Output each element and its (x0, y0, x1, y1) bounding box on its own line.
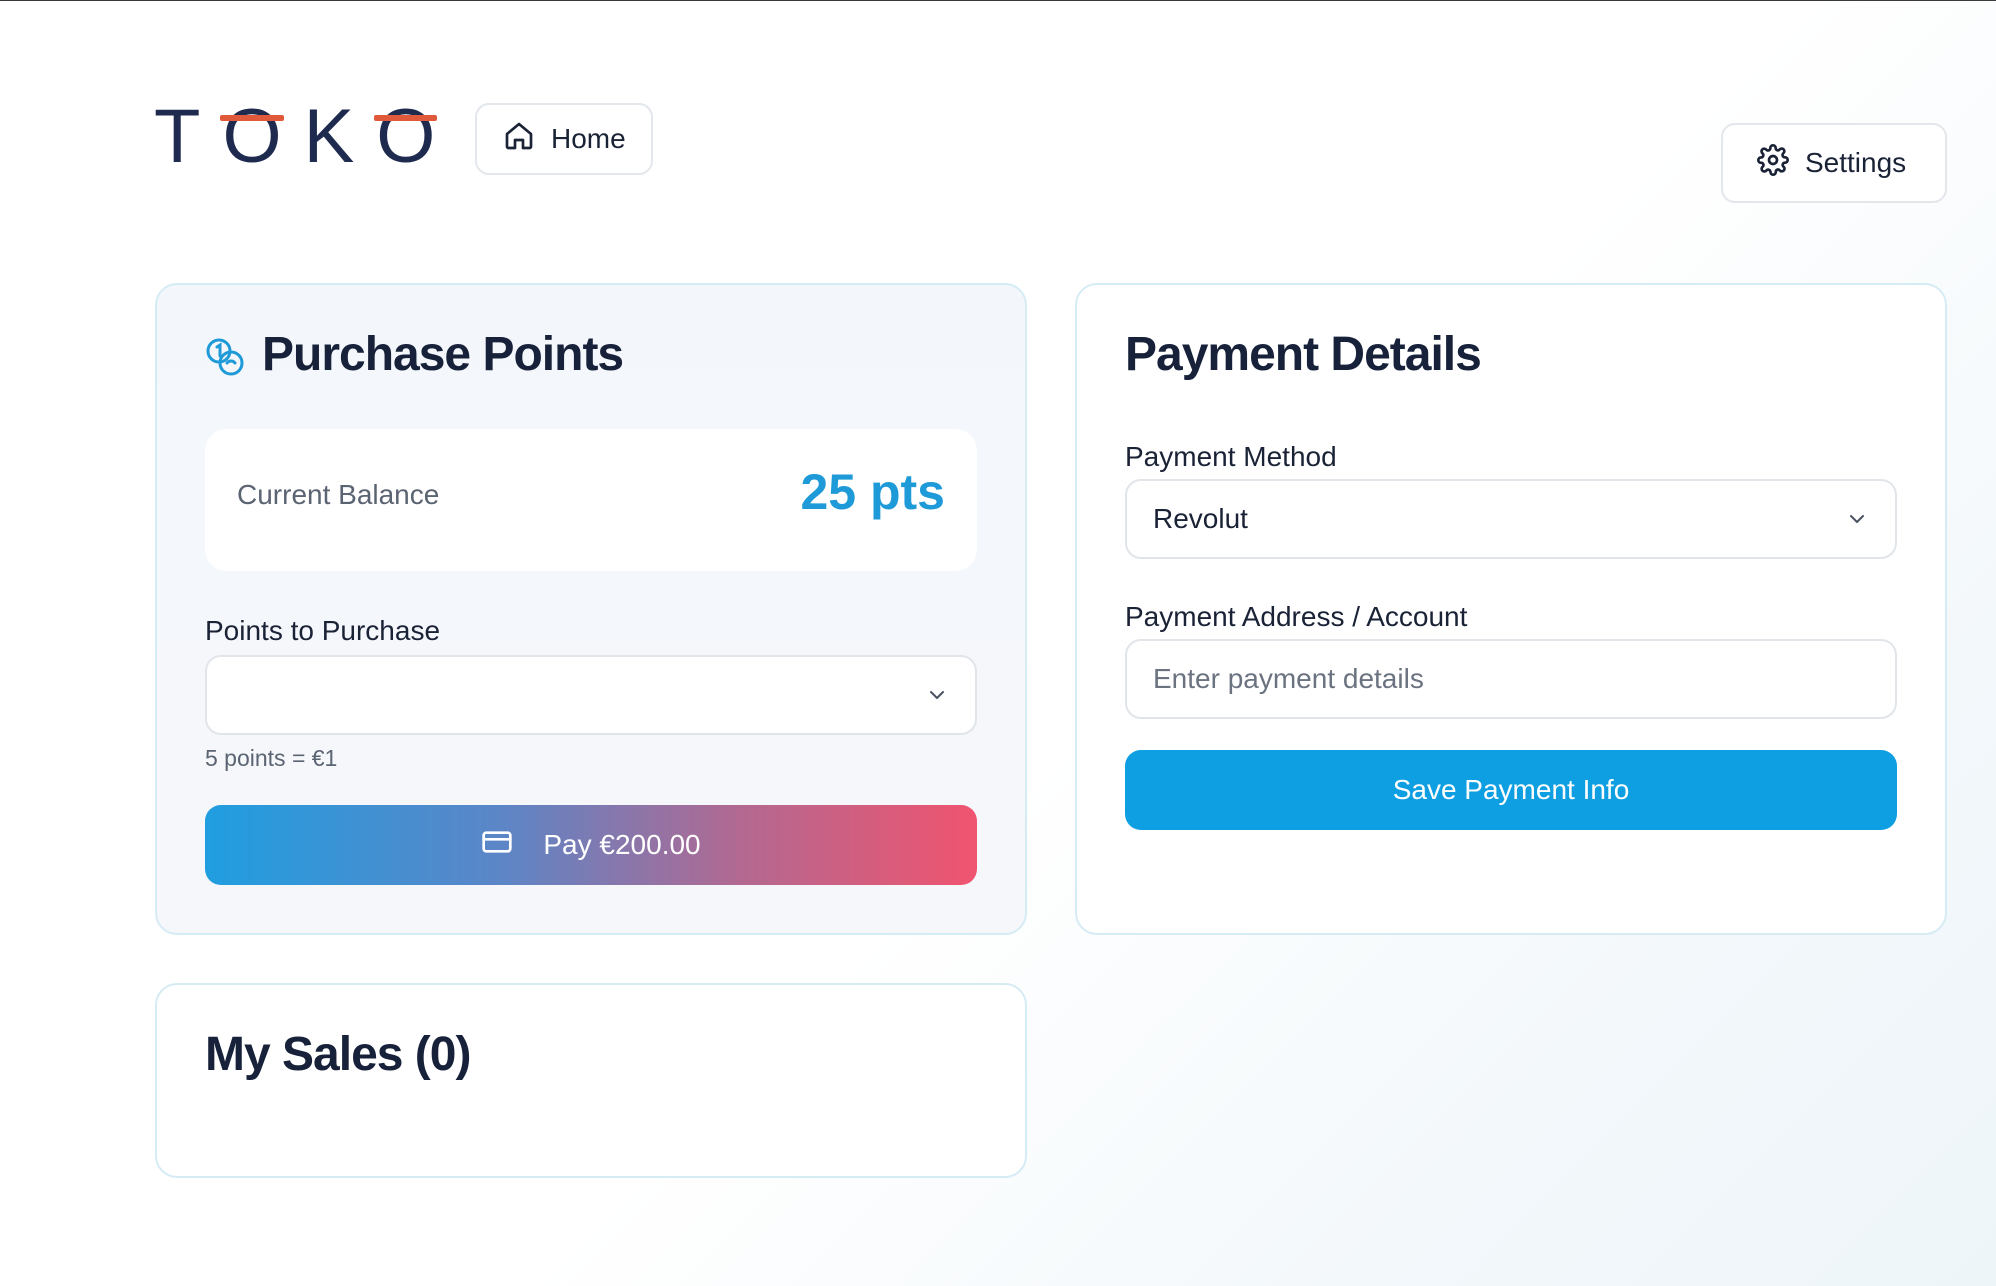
credit-card-icon (481, 826, 513, 865)
toko-logo[interactable]: T O K O (154, 94, 457, 179)
purchase-title: Purchase Points (262, 328, 624, 381)
payment-address-input[interactable]: Enter payment details (1125, 639, 1897, 719)
pay-label: Pay €200.00 (543, 829, 701, 860)
purchase-points-card: Purchase Points Current Balance 25 pts P… (155, 283, 1027, 935)
settings-button[interactable]: Settings (1721, 123, 1947, 203)
coins-icon (205, 337, 245, 377)
payment-address-label: Payment Address / Account (1125, 601, 1468, 632)
payment-method-label: Payment Method (1125, 441, 1337, 472)
payment-method-select[interactable]: Revolut (1125, 479, 1897, 559)
conversion-rate-note: 5 points = €1 (205, 745, 338, 771)
logo-letter-o-2: O (374, 93, 458, 179)
current-balance-box: Current Balance 25 pts (205, 429, 977, 571)
payment-method-value: Revolut (1153, 503, 1248, 534)
logo-letter-o: O (220, 93, 304, 179)
logo-letter-t: T (154, 93, 223, 179)
payment-title: Payment Details (1125, 328, 1482, 381)
save-payment-info-button[interactable]: Save Payment Info (1125, 750, 1897, 830)
settings-label: Settings (1805, 147, 1907, 178)
payment-details-card: Payment Details Payment Method Revolut P… (1075, 283, 1947, 935)
home-label: Home (551, 123, 626, 154)
save-label: Save Payment Info (1392, 774, 1630, 805)
points-select[interactable] (205, 655, 977, 735)
balance-label: Current Balance (237, 479, 440, 510)
my-sales-card: My Sales (0) (155, 983, 1027, 1178)
pay-button[interactable]: Pay €200.00 (205, 805, 977, 885)
chevron-down-icon (1850, 515, 1864, 523)
home-button[interactable]: Home (475, 103, 653, 175)
chevron-down-icon (930, 691, 944, 699)
balance-value: 25 pts (800, 464, 945, 520)
gear-icon (1757, 143, 1789, 183)
top-border (0, 0, 1996, 1)
points-to-purchase-label: Points to Purchase (205, 615, 441, 646)
my-sales-title: My Sales (0) (205, 1028, 471, 1081)
payment-address-placeholder: Enter payment details (1153, 663, 1424, 694)
home-icon (503, 120, 535, 159)
logo-letter-k: K (303, 93, 377, 179)
